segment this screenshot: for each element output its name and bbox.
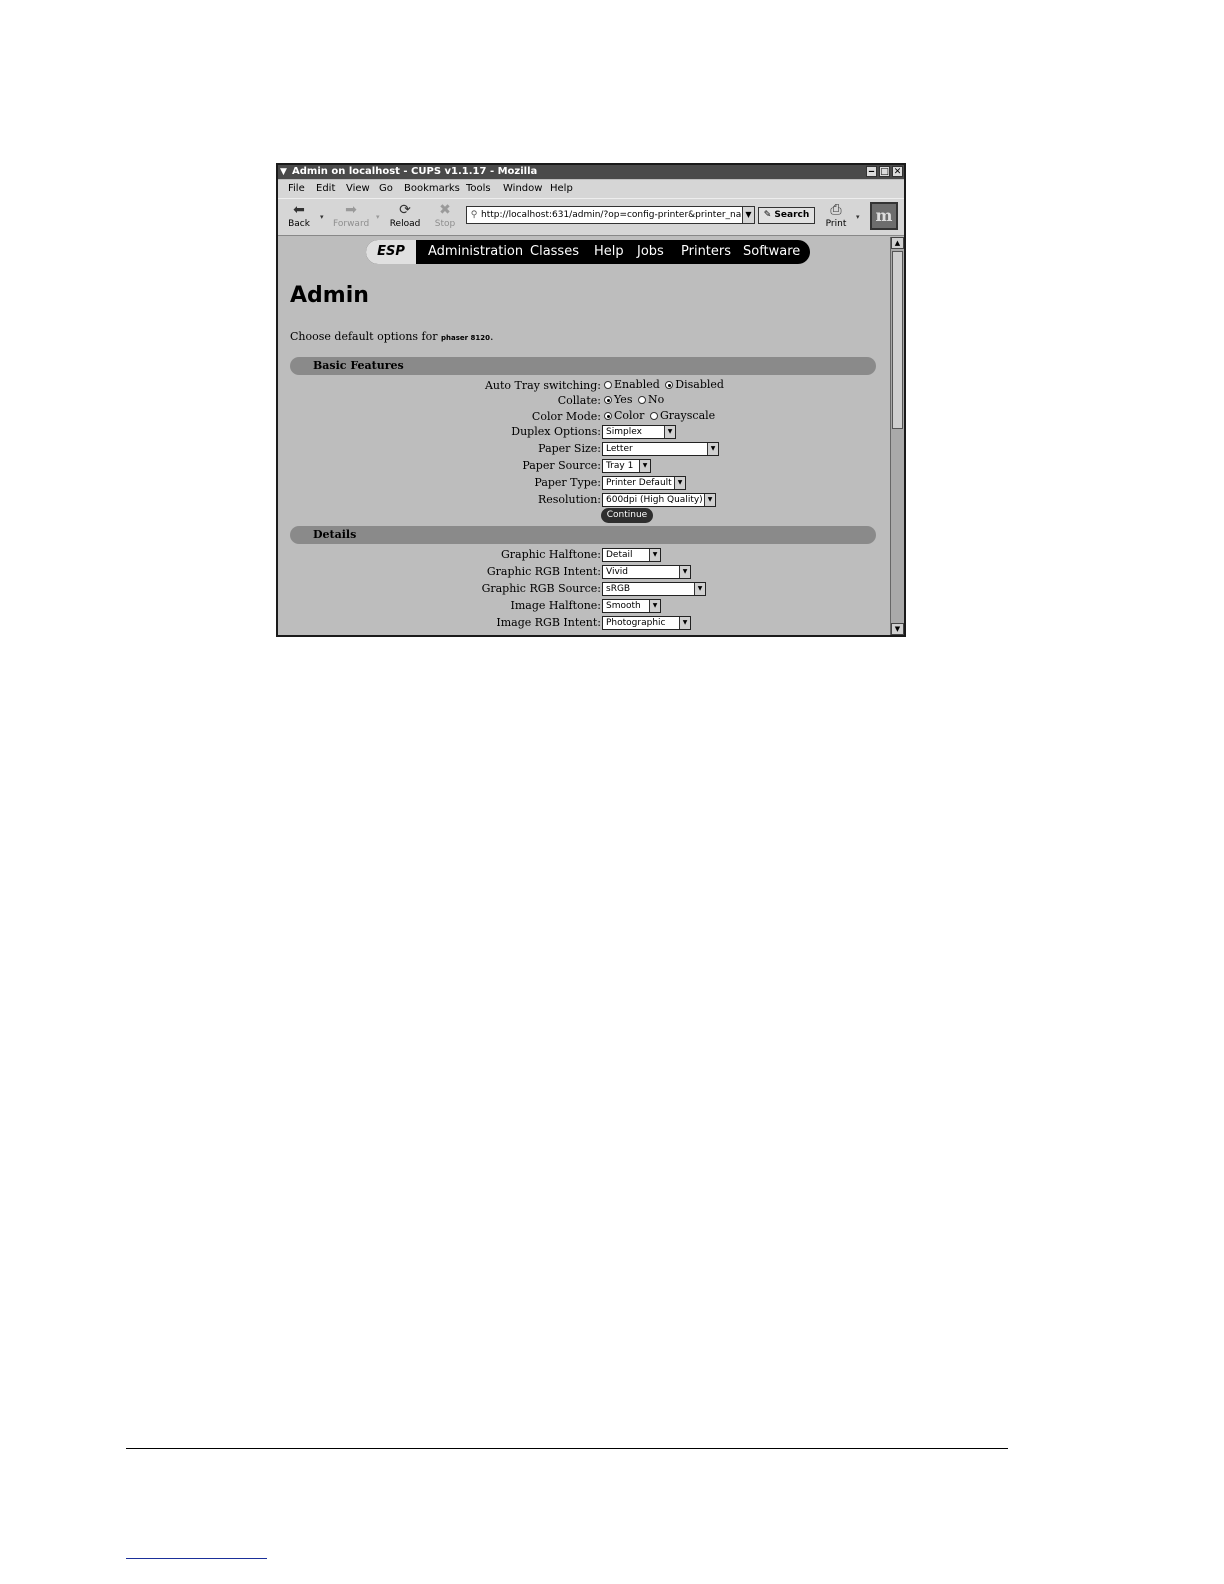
forward-arrow-icon: ➡ [345,202,357,218]
row-color-mode: Color Mode: Color Grayscale [531,409,716,423]
chevron-down-icon: ▼ [679,617,690,629]
back-dropdown-icon[interactable]: ▾ [320,213,324,221]
duplex-select[interactable]: Simplex ▼ [602,425,676,439]
minimize-button[interactable]: ‒ [866,166,877,177]
row-resolution: Resolution: 600dpi (High Quality) ▼ [282,492,888,508]
title-bar: ▼ Admin on localhost - CUPS v1.1.17 - Mo… [278,165,904,179]
color-mode-grayscale-radio[interactable] [649,412,658,420]
url-text: http://localhost:631/admin/?op=config-pr… [481,210,747,220]
esp-logo[interactable]: ESP [366,240,416,264]
menu-help[interactable]: Help [550,180,573,198]
chevron-down-icon: ▼ [679,566,690,578]
stop-icon: ✖ [439,202,451,218]
page-icon: ⚲ [470,210,478,220]
menu-window[interactable]: Window [503,180,542,198]
collate-yes-radio[interactable] [604,396,612,404]
print-dropdown-icon[interactable]: ▾ [856,213,860,221]
forward-button[interactable]: ➡ Forward [333,201,369,229]
paper-source-select[interactable]: Tray 1 ▼ [602,459,651,473]
reload-button[interactable]: ⟳ Reload [387,201,423,229]
nav-classes[interactable]: Classes [530,240,579,264]
scrollbar-thumb[interactable] [892,251,903,429]
printer-name: phaser 8120 [441,334,491,342]
printer-icon: ⎙ [830,202,842,218]
reload-icon: ⟳ [399,202,411,218]
scroll-down-icon[interactable]: ▼ [891,623,904,635]
vertical-scrollbar[interactable]: ▲ ▼ [890,237,904,635]
window-menu-icon[interactable]: ▼ [280,165,287,179]
row-image-rgb-intent: Image RGB Intent: Photographic ▼ [282,615,888,631]
row-paper-type: Paper Type: Printer Default ▼ [282,475,888,491]
continue-button[interactable]: Continue [601,508,653,523]
color-mode-color-radio[interactable] [604,412,612,420]
row-graphic-rgb-source: Graphic RGB Source: sRGB ▼ [282,581,888,597]
row-collate: Collate: Yes No [557,393,665,407]
row-paper-size: Paper Size: Letter ▼ [282,441,888,457]
browser-window: ▼ Admin on localhost - CUPS v1.1.17 - Mo… [276,163,906,637]
image-halftone-select[interactable]: Smooth ▼ [602,599,661,613]
back-arrow-icon: ⬅ [293,202,305,218]
graphic-halftone-select[interactable]: Detail ▼ [602,548,661,562]
maximize-button[interactable]: □ [879,166,890,177]
forward-dropdown-icon[interactable]: ▾ [376,213,380,221]
auto-tray-enabled-radio[interactable] [604,381,612,389]
url-history-dropdown[interactable]: ▼ [742,206,755,224]
url-input[interactable]: ⚲ http://localhost:631/admin/?op=config-p… [466,206,754,224]
graphic-rgb-source-select[interactable]: sRGB ▼ [602,582,706,596]
search-button[interactable]: ✎ Search [758,207,815,224]
row-paper-source: Paper Source: Tray 1 ▼ [282,458,888,474]
search-icon: ✎ [763,210,772,220]
scroll-up-icon[interactable]: ▲ [891,237,904,249]
section-basic-features: Basic Features [290,357,876,375]
resolution-select[interactable]: 600dpi (High Quality) ▼ [602,493,716,507]
menu-edit[interactable]: Edit [316,180,335,198]
row-auto-tray: Auto Tray switching: Enabled Disabled [484,378,724,392]
chevron-down-icon: ▼ [704,494,715,506]
image-rgb-intent-select[interactable]: Photographic ▼ [602,616,691,630]
window-title: Admin on localhost - CUPS v1.1.17 - Mozi… [292,166,538,177]
chevron-down-icon: ▼ [664,426,675,438]
chevron-down-icon: ▼ [639,460,650,472]
print-button[interactable]: ⎙ Print [818,201,854,229]
page-title: Admin [290,283,369,308]
back-button[interactable]: ⬅ Back [281,201,317,229]
chevron-down-icon: ▼ [694,583,705,595]
nav-help[interactable]: Help [594,240,624,264]
menu-view[interactable]: View [346,180,370,198]
row-image-halftone: Image Halftone: Smooth ▼ [282,598,888,614]
row-duplex: Duplex Options: Simplex ▼ [282,424,888,440]
stop-button[interactable]: ✖ Stop [427,201,463,229]
nav-administration[interactable]: Administration [428,240,523,264]
row-graphic-rgb-intent: Graphic RGB Intent: Vivid ▼ [282,564,888,580]
collate-no-radio[interactable] [637,396,646,404]
chevron-down-icon: ▼ [649,600,660,612]
footnote-link-rule [126,1558,267,1559]
chevron-down-icon: ▼ [707,443,718,455]
nav-jobs[interactable]: Jobs [637,240,664,264]
menu-tools[interactable]: Tools [466,180,491,198]
navigation-toolbar: ⬅ Back ▾ ➡ Forward ▾ ⟳ Reload ✖ Stop ⚲ ht… [278,198,904,236]
nav-software[interactable]: Software [743,240,800,264]
cups-nav-bar: ESP Administration Classes Help Jobs Pri… [366,240,810,264]
mozilla-logo-icon[interactable]: m [870,202,898,230]
paper-size-select[interactable]: Letter ▼ [602,442,719,456]
page-content: ESP Administration Classes Help Jobs Pri… [282,237,888,635]
paper-type-select[interactable]: Printer Default ▼ [602,476,686,490]
auto-tray-disabled-radio[interactable] [665,381,674,389]
menu-go[interactable]: Go [379,180,393,198]
graphic-rgb-intent-select[interactable]: Vivid ▼ [602,565,691,579]
section-details: Details [290,526,876,544]
menu-bar: File Edit View Go Bookmarks Tools Window… [278,180,904,198]
nav-printers[interactable]: Printers [681,240,731,264]
intro-text: Choose default options for phaser 8120. [290,330,494,343]
row-graphic-halftone: Graphic Halftone: Detail ▼ [282,547,888,563]
chevron-down-icon: ▼ [649,549,660,561]
footer-rule [126,1448,1008,1449]
menu-file[interactable]: File [288,180,305,198]
close-button[interactable]: ✕ [892,166,903,177]
chevron-down-icon: ▼ [674,477,685,489]
menu-bookmarks[interactable]: Bookmarks [404,180,460,198]
